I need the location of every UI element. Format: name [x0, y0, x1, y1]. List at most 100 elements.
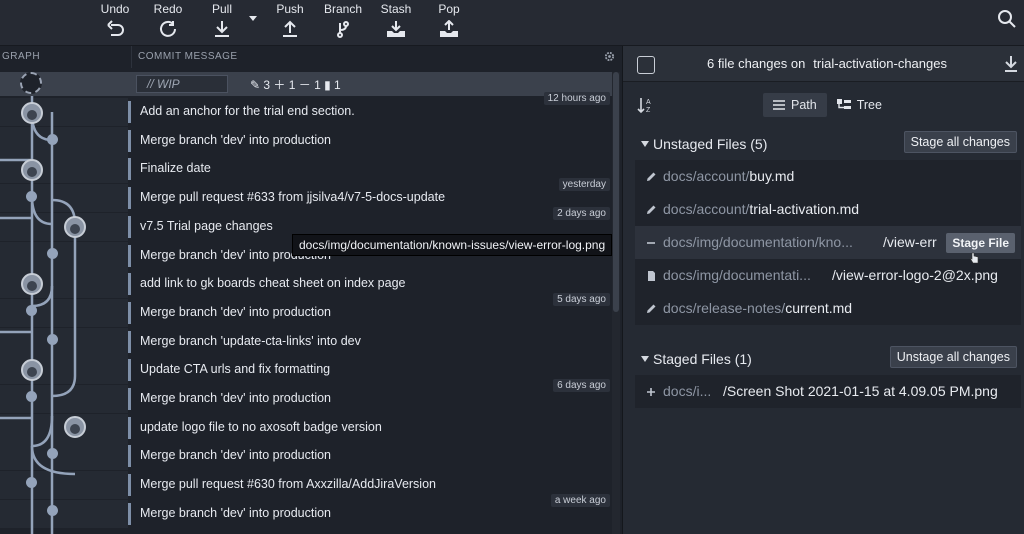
commit-dot-icon[interactable]: [26, 305, 37, 316]
staged-file-list: docs/i... /Screen Shot 2021-01-15 at 4.09…: [635, 375, 1021, 408]
branch-color-stripe: [128, 158, 131, 181]
file-row[interactable]: docs/img/documentation/kno... /view-err St…: [635, 226, 1021, 264]
file-changes-count: 6 file changes on: [707, 56, 806, 71]
commit-message-column-header[interactable]: COMMIT MESSAGE: [138, 46, 238, 68]
path-view-button[interactable]: Path: [763, 93, 827, 117]
author-avatar[interactable]: [21, 102, 43, 124]
commit-message: Merge pull request #633 from jjsilva4/v7…: [140, 190, 446, 205]
undo-button[interactable]: Undo: [85, 0, 145, 46]
file-path: docs/account/trial-activation.md: [663, 201, 859, 217]
sort-az-icon[interactable]: AZ: [637, 96, 655, 114]
pull-options-caret-icon[interactable]: [249, 16, 257, 21]
branch-color-stripe: [128, 388, 131, 410]
commit-date: 12 hours ago: [543, 92, 610, 105]
file-row[interactable]: docs/img/documentati... /view-error-logo-…: [635, 259, 1021, 292]
author-avatar[interactable]: [21, 273, 43, 295]
file-name: buy.md: [749, 168, 795, 184]
stage-file-button[interactable]: Stage File: [946, 233, 1015, 253]
unstaged-section-header[interactable]: Unstaged Files (5) Stage all changes: [623, 131, 1024, 159]
stash-label: Stash: [380, 2, 412, 16]
file-path: docs/img/documentati...: [663, 267, 811, 283]
commit-date: 6 days ago: [553, 379, 610, 392]
commit-message: Merge pull request #630 from Axxzilla/Ad…: [140, 477, 436, 492]
commit-graph-panel: GRAPH COMMIT MESSAGE // WIP ✎ 3 ＋ 1 － 1 …: [0, 46, 622, 534]
push-label: Push: [276, 2, 304, 16]
unstaged-files-label: Unstaged Files (5): [653, 136, 768, 152]
pencil-icon: [647, 172, 656, 181]
download-icon[interactable]: [1003, 55, 1019, 73]
commit-date: 2 days ago: [553, 206, 610, 220]
file-changes-header: 6 file changes on trial-activation-change…: [623, 46, 1024, 82]
file-path: docs/release-notes/current.md: [663, 300, 852, 316]
redo-label: Redo: [153, 2, 183, 16]
branch-color-stripe: [128, 244, 131, 267]
commit-message: Update CTA urls and fix formatting: [140, 362, 331, 377]
commit-message: Finalize date: [140, 161, 211, 176]
file-changes-panel: 6 file changes on trial-activation-change…: [622, 46, 1024, 534]
unstage-all-button[interactable]: Unstage all changes: [889, 346, 1017, 368]
commit-message: Merge branch 'dev' into production: [140, 448, 331, 463]
pencil-icon: [647, 205, 656, 214]
branch-label: Branch: [323, 2, 363, 16]
commit-dot-icon[interactable]: [47, 448, 58, 459]
branch-icon: [337, 21, 349, 38]
file-name: /view-error-logo-2@2x.png: [832, 267, 998, 283]
stash-button[interactable]: Stash: [366, 0, 426, 46]
graph-column-header[interactable]: GRAPH: [0, 46, 132, 68]
wip-summary-input[interactable]: // WIP: [136, 75, 228, 93]
author-avatar[interactable]: [64, 216, 86, 238]
file-name: trial-activation.md: [749, 201, 860, 217]
search-icon[interactable]: [996, 8, 1018, 30]
commit-dot-icon[interactable]: [47, 248, 58, 259]
staged-files-label: Staged Files (1): [653, 351, 752, 367]
stage-all-button[interactable]: Stage all changes: [903, 131, 1017, 153]
tree-view-label: Tree: [856, 98, 882, 112]
collapse-caret-icon[interactable]: [641, 356, 649, 362]
commit-dot-icon[interactable]: [47, 134, 58, 145]
commit-dot-icon[interactable]: [47, 334, 58, 345]
author-avatar[interactable]: [64, 416, 86, 438]
author-avatar[interactable]: [21, 359, 43, 381]
wip-file-stats: ✎ 3 ＋ 1 － 1 ▮ 1: [250, 78, 341, 92]
push-button[interactable]: Push: [260, 0, 320, 46]
author-avatar[interactable]: [21, 159, 43, 181]
scrollbar-thumb[interactable]: [613, 72, 619, 312]
branch-color-stripe: [128, 273, 131, 296]
file-row[interactable]: docs/i... /Screen Shot 2021-01-15 at 4.09…: [635, 375, 1021, 408]
gear-icon[interactable]: [604, 51, 615, 62]
commit-dot-icon[interactable]: [26, 191, 37, 202]
commit-dot-icon[interactable]: [26, 391, 37, 402]
tree-view-button[interactable]: Tree: [827, 93, 892, 117]
pull-button[interactable]: Pull: [192, 0, 252, 46]
branch-graph-lines: [0, 96, 77, 534]
file-path-tooltip: docs/img/documentation/known-issues/view…: [292, 234, 613, 256]
collapse-caret-icon[interactable]: [641, 141, 649, 147]
wip-row[interactable]: // WIP ✎ 3 ＋ 1 － 1 ▮ 1: [0, 72, 614, 96]
staged-section-header[interactable]: Staged Files (1) Unstage all changes: [623, 346, 1024, 374]
redo-button[interactable]: Redo: [138, 0, 198, 46]
commit-message: Add an anchor for the trial end section.: [140, 104, 355, 118]
trash-icon[interactable]: [637, 56, 655, 74]
file-row[interactable]: docs/account/trial-activation.md: [635, 193, 1021, 226]
file-dir: docs/account/: [663, 201, 750, 217]
commit-message: Merge branch 'dev' into production: [140, 505, 331, 520]
file-changes-title: 6 file changes on trial-activation-change…: [707, 56, 947, 71]
undo-label: Undo: [100, 2, 130, 16]
graph-scrollbar[interactable]: [612, 72, 620, 534]
branch-button[interactable]: Branch: [313, 0, 373, 46]
file-row[interactable]: docs/account/buy.md: [635, 160, 1021, 193]
pop-label: Pop: [438, 2, 460, 16]
toolbar: Undo Redo Pull Push Branch Stash Pop: [0, 0, 1024, 46]
redo-icon: [160, 20, 176, 37]
plus-icon: [647, 388, 655, 396]
pull-icon: [215, 21, 229, 37]
commit-date: 5 days ago: [553, 292, 610, 306]
pull-label: Pull: [211, 2, 232, 16]
file-row[interactable]: docs/release-notes/current.md: [635, 292, 1021, 325]
commit-dot-icon[interactable]: [47, 505, 58, 516]
list-icon: [773, 100, 785, 110]
file-name: /Screen Shot 2021-01-15 at 4.09.05 PM.pn…: [723, 383, 998, 399]
pop-button[interactable]: Pop: [419, 0, 479, 46]
branch-color-stripe: [128, 101, 131, 123]
commit-dot-icon[interactable]: [26, 477, 37, 488]
